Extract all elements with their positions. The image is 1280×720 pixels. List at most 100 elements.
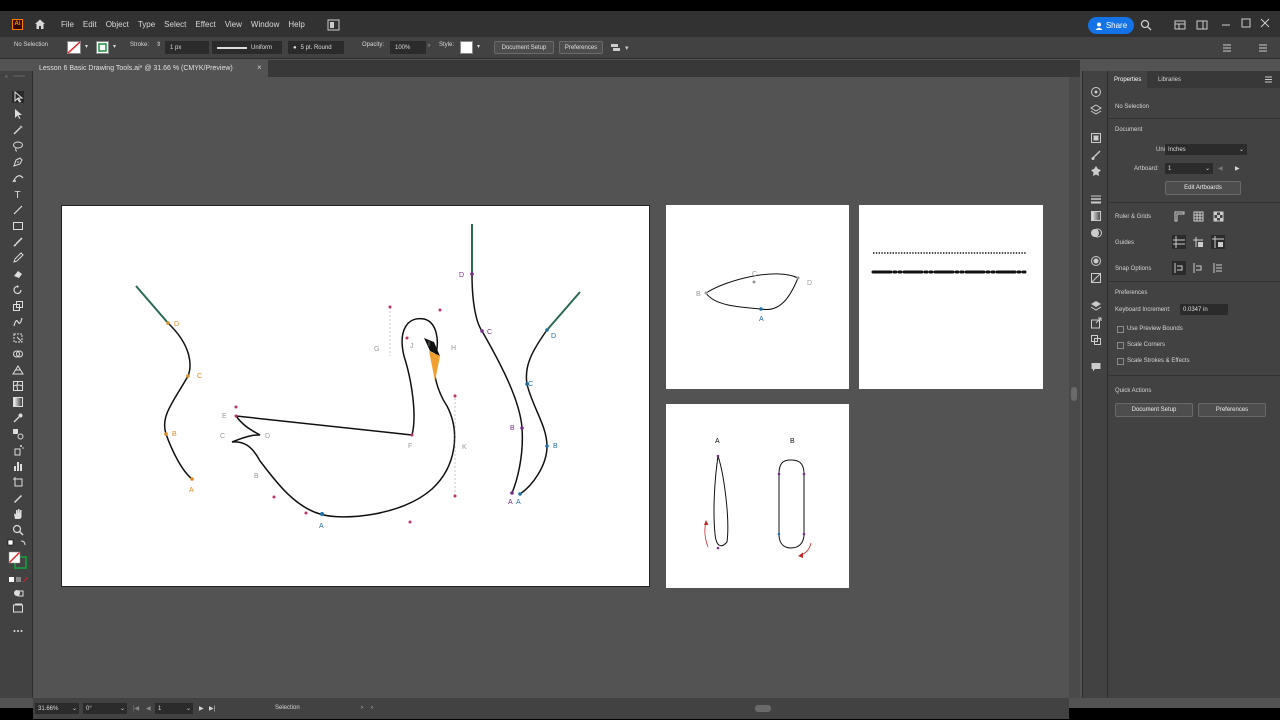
menu-help[interactable]: Help: [288, 20, 304, 29]
search-icon[interactable]: [1140, 19, 1152, 31]
stroke-panel-icon[interactable]: [1090, 193, 1102, 205]
share-button[interactable]: Share: [1088, 17, 1134, 34]
anchor-point[interactable]: [480, 329, 484, 333]
units-dropdown[interactable]: Inches ⌄: [1165, 144, 1247, 155]
fill-stroke-swatches-icon[interactable]: [8, 551, 28, 569]
line-segment-tool-icon[interactable]: [12, 204, 24, 216]
leaf-path[interactable]: [705, 273, 799, 311]
variable-width-profile[interactable]: Uniform: [212, 41, 282, 54]
anchor-point[interactable]: [716, 546, 720, 550]
artboard-2[interactable]: B C D A: [666, 205, 849, 389]
gradient-tool-icon[interactable]: [12, 396, 24, 408]
free-transform-tool-icon[interactable]: [12, 332, 24, 344]
anchor-point[interactable]: [716, 454, 720, 458]
chevron-down-icon[interactable]: ▾: [113, 43, 116, 50]
artboards-panel-icon[interactable]: [1090, 334, 1102, 346]
next-artboard-icon[interactable]: ▶: [199, 705, 204, 712]
color-mode-icons[interactable]: [8, 574, 28, 586]
scale-tool-icon[interactable]: [12, 300, 24, 312]
pencil-tool-icon[interactable]: [12, 252, 24, 264]
anchor-point[interactable]: [470, 272, 474, 276]
gradient-panel-icon[interactable]: [1090, 210, 1102, 222]
anchor-point[interactable]: [166, 321, 170, 325]
anchor-point[interactable]: [777, 472, 781, 476]
last-artboard-icon[interactable]: ▶|: [209, 705, 215, 712]
stepper-icon[interactable]: ⇕: [156, 41, 161, 48]
anchor-point[interactable]: [272, 495, 276, 499]
menu-effect[interactable]: Effect: [195, 20, 215, 29]
close-icon[interactable]: [1259, 17, 1271, 29]
close-tab-icon[interactable]: ×: [257, 63, 262, 72]
fill-swatch-icon[interactable]: [67, 41, 81, 54]
right-curve-2-path[interactable]: [519, 329, 548, 495]
status-menu-icon[interactable]: ›: [361, 705, 363, 711]
menu-edit[interactable]: Edit: [83, 20, 97, 29]
transparency-grid-icon[interactable]: [1213, 211, 1224, 222]
anchor-point[interactable]: [408, 520, 412, 524]
scroll-left-icon[interactable]: ‹: [371, 705, 373, 711]
libraries-panel-icon[interactable]: [1090, 132, 1102, 144]
anchor-point[interactable]: [802, 472, 806, 476]
list-icon[interactable]: [1258, 43, 1268, 53]
properties-panel-icon[interactable]: [1090, 86, 1102, 98]
anchor-point[interactable]: [388, 305, 392, 309]
anchor-point[interactable]: [186, 374, 190, 378]
artboard-dropdown[interactable]: 1 ⌄: [1165, 163, 1213, 174]
tab-libraries[interactable]: Libraries: [1152, 71, 1187, 88]
panel-grip-icon[interactable]: «: [5, 74, 27, 79]
anchor-point[interactable]: [545, 444, 549, 448]
symbols-panel-icon[interactable]: [1090, 165, 1102, 177]
anchor-point[interactable]: [796, 276, 800, 280]
horizontal-scrollbar[interactable]: [403, 705, 1103, 712]
canvas-area[interactable]: D C B A E C D B A F G J H I K D C B A D …: [34, 77, 1069, 698]
export-icon[interactable]: [1090, 317, 1102, 329]
scale-strokes-checkbox[interactable]: [1117, 358, 1124, 365]
vertical-scrollbar[interactable]: [1069, 77, 1080, 698]
stroke-weight-field[interactable]: 1 px: [165, 41, 209, 54]
rectangle-tool-icon[interactable]: [12, 220, 24, 232]
edit-toolbar-icon[interactable]: [12, 625, 24, 637]
anchor-point[interactable]: [777, 532, 781, 536]
rotate-tool-icon[interactable]: [12, 284, 24, 296]
pen-tool-icon[interactable]: [12, 156, 24, 168]
hand-tool-icon[interactable]: [12, 508, 24, 520]
zoom-tool-icon[interactable]: [12, 524, 24, 536]
document-setup-button[interactable]: Document Setup: [494, 41, 554, 54]
stroke-label[interactable]: Stroke:: [130, 42, 149, 48]
symbol-sprayer-tool-icon[interactable]: [12, 444, 24, 456]
snap-to-pixel-icon[interactable]: [1192, 262, 1204, 274]
eyedropper-tool-icon[interactable]: [12, 412, 24, 424]
right-curve-1-path[interactable]: [471, 273, 524, 494]
opacity-field[interactable]: 100%: [390, 41, 426, 54]
anchor-point[interactable]: [234, 405, 238, 409]
anchor-point[interactable]: [520, 426, 524, 430]
chevron-down-icon[interactable]: ▾: [85, 43, 88, 50]
screen-mode-icon[interactable]: [12, 602, 24, 614]
preferences-button[interactable]: Preferences: [559, 41, 603, 54]
arrange-options-icon[interactable]: ▾: [610, 42, 632, 53]
smart-guides-icon[interactable]: [1211, 235, 1225, 249]
transparency-panel-icon[interactable]: [1090, 227, 1102, 239]
blend-tool-icon[interactable]: [12, 428, 24, 440]
rotation-field[interactable]: 0° ⌄: [83, 703, 127, 714]
menu-file[interactable]: File: [61, 20, 74, 29]
lasso-tool-icon[interactable]: [12, 140, 24, 152]
anchor-point[interactable]: [453, 394, 457, 398]
shape-builder-tool-icon[interactable]: [12, 348, 24, 360]
panel-menu-icon[interactable]: [1264, 75, 1273, 84]
warp-tool-icon[interactable]: [12, 316, 24, 328]
maximize-icon[interactable]: [1240, 17, 1252, 29]
anchor-point[interactable]: [234, 414, 238, 418]
anchor-point[interactable]: [510, 491, 514, 495]
anchor-point[interactable]: [304, 511, 308, 515]
layers-icon[interactable]: [1090, 300, 1102, 312]
document-setup-button[interactable]: Document Setup: [1115, 403, 1193, 417]
keyboard-increment-field[interactable]: 0.0347 in: [1180, 304, 1228, 315]
show-guides-icon[interactable]: [1172, 235, 1186, 249]
scroll-thumb[interactable]: [1071, 387, 1077, 401]
brushes-panel-icon[interactable]: [1090, 149, 1102, 161]
anchor-point[interactable]: [453, 494, 457, 498]
first-artboard-icon[interactable]: |◀: [133, 705, 139, 712]
column-graph-tool-icon[interactable]: [12, 460, 24, 472]
type-tool-icon[interactable]: T: [12, 188, 24, 200]
